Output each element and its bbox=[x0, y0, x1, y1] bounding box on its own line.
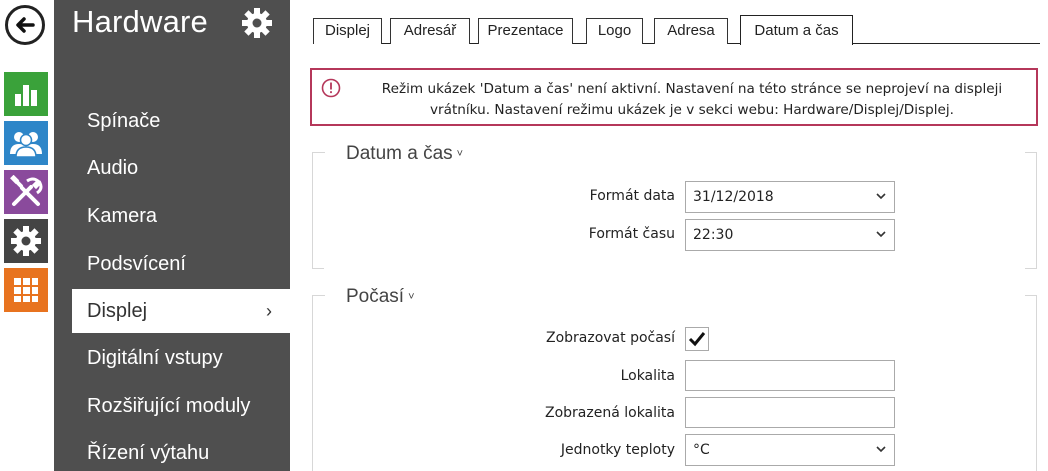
sidebar-title: Hardware bbox=[72, 4, 208, 39]
chevron-down-icon: ˅ bbox=[408, 291, 415, 303]
chart-bars-icon bbox=[15, 85, 37, 106]
sidebar-item-digitalni-vstupy[interactable]: Digitální vstupy bbox=[72, 336, 290, 380]
chevron-right-icon: › bbox=[266, 301, 272, 321]
section-title-label: Počasí bbox=[346, 286, 405, 307]
show-weather-label: Zobrazovat počasí bbox=[545, 330, 675, 346]
chevron-down-icon: ˅ bbox=[456, 148, 464, 160]
tab-logo[interactable]: Logo bbox=[586, 18, 643, 44]
grid-icon bbox=[14, 278, 38, 302]
time-format-select[interactable]: 22:30 bbox=[685, 219, 895, 251]
alert-message: Režim ukázek 'Datum a čas' není aktivní.… bbox=[381, 81, 1003, 118]
date-format-value: 31/12/2018 bbox=[693, 189, 774, 205]
tab-displej[interactable]: Displej bbox=[313, 18, 382, 44]
users-icon bbox=[10, 132, 42, 158]
temp-units-select[interactable]: °C bbox=[685, 434, 895, 466]
rail-hardware-button[interactable] bbox=[4, 170, 48, 214]
tab-prezentace[interactable]: Prezentace bbox=[478, 18, 573, 44]
sidebar-item-label: Spínače bbox=[87, 110, 161, 132]
tab-adresa[interactable]: Adresa bbox=[654, 18, 728, 44]
tab-adresar[interactable]: Adresář bbox=[390, 18, 470, 44]
sidebar-item-label: Audio bbox=[87, 157, 139, 179]
date-format-select[interactable]: 31/12/2018 bbox=[685, 181, 895, 213]
datetime-section bbox=[312, 152, 1037, 269]
sidebar-item-audio[interactable]: Audio bbox=[72, 146, 290, 190]
sidebar-item-label: Digitální vstupy bbox=[87, 347, 223, 369]
tab-bar: Displej Adresář Prezentace Logo Adresa D… bbox=[313, 15, 1040, 45]
sidebar-item-label: Kamera bbox=[87, 205, 158, 227]
chevron-down-icon bbox=[876, 446, 886, 453]
gear-icon[interactable] bbox=[240, 6, 274, 40]
chevron-down-icon bbox=[876, 231, 886, 238]
gear-icon bbox=[11, 226, 41, 256]
chevron-down-icon bbox=[876, 193, 886, 200]
sidebar-item-rizeni-vytahu[interactable]: Řízení výtahu bbox=[72, 431, 290, 471]
icon-rail bbox=[0, 0, 54, 471]
rail-directory-button[interactable] bbox=[4, 121, 48, 165]
sidebar-item-label: Podsvícení bbox=[87, 253, 186, 275]
location-input[interactable] bbox=[685, 360, 895, 391]
warning-alert: Režim ukázek 'Datum a čas' není aktivní.… bbox=[310, 68, 1038, 126]
display-location-label: Zobrazená lokalita bbox=[545, 405, 675, 421]
display-location-input[interactable] bbox=[685, 397, 895, 428]
exclamation-circle-icon bbox=[321, 78, 341, 98]
time-format-value: 22:30 bbox=[693, 227, 734, 243]
rail-settings-button[interactable] bbox=[4, 219, 48, 263]
section-title-label: Datum a čas bbox=[346, 143, 453, 164]
date-format-label: Formát data bbox=[589, 188, 675, 204]
sidebar-item-label: Displej bbox=[87, 300, 148, 322]
sidebar-item-rozsirujici-moduly[interactable]: Rozšiřující moduly bbox=[72, 384, 290, 428]
location-label: Lokalita bbox=[620, 368, 675, 384]
show-weather-checkbox[interactable] bbox=[685, 327, 709, 351]
time-format-label: Formát času bbox=[588, 226, 675, 242]
sidebar-item-podsviceni[interactable]: Podsvícení bbox=[72, 242, 290, 286]
weather-section-title[interactable]: Počasí ˅ bbox=[340, 286, 421, 308]
rail-status-button[interactable] bbox=[4, 72, 48, 116]
back-button[interactable] bbox=[5, 5, 45, 45]
arrow-left-icon bbox=[16, 17, 35, 33]
sidebar-item-label: Řízení výtahu bbox=[87, 442, 210, 464]
rail-services-button[interactable] bbox=[4, 268, 48, 312]
sidebar-item-label: Rozšiřující moduly bbox=[87, 395, 251, 417]
temp-units-value: °C bbox=[693, 442, 710, 458]
datetime-section-title[interactable]: Datum a čas ˅ bbox=[340, 143, 470, 165]
sidebar: Hardware Spínače Audio Kamera Podsvícení… bbox=[54, 0, 290, 471]
sidebar-item-spinace[interactable]: Spínače bbox=[72, 99, 290, 143]
checkmark-icon bbox=[688, 332, 706, 347]
temp-units-label: Jednotky teploty bbox=[560, 442, 675, 458]
tools-icon bbox=[10, 175, 43, 206]
tab-datum-a-cas[interactable]: Datum a čas bbox=[740, 15, 853, 45]
sidebar-item-displej[interactable]: Displej › bbox=[72, 289, 290, 333]
sidebar-item-kamera[interactable]: Kamera bbox=[72, 194, 290, 238]
